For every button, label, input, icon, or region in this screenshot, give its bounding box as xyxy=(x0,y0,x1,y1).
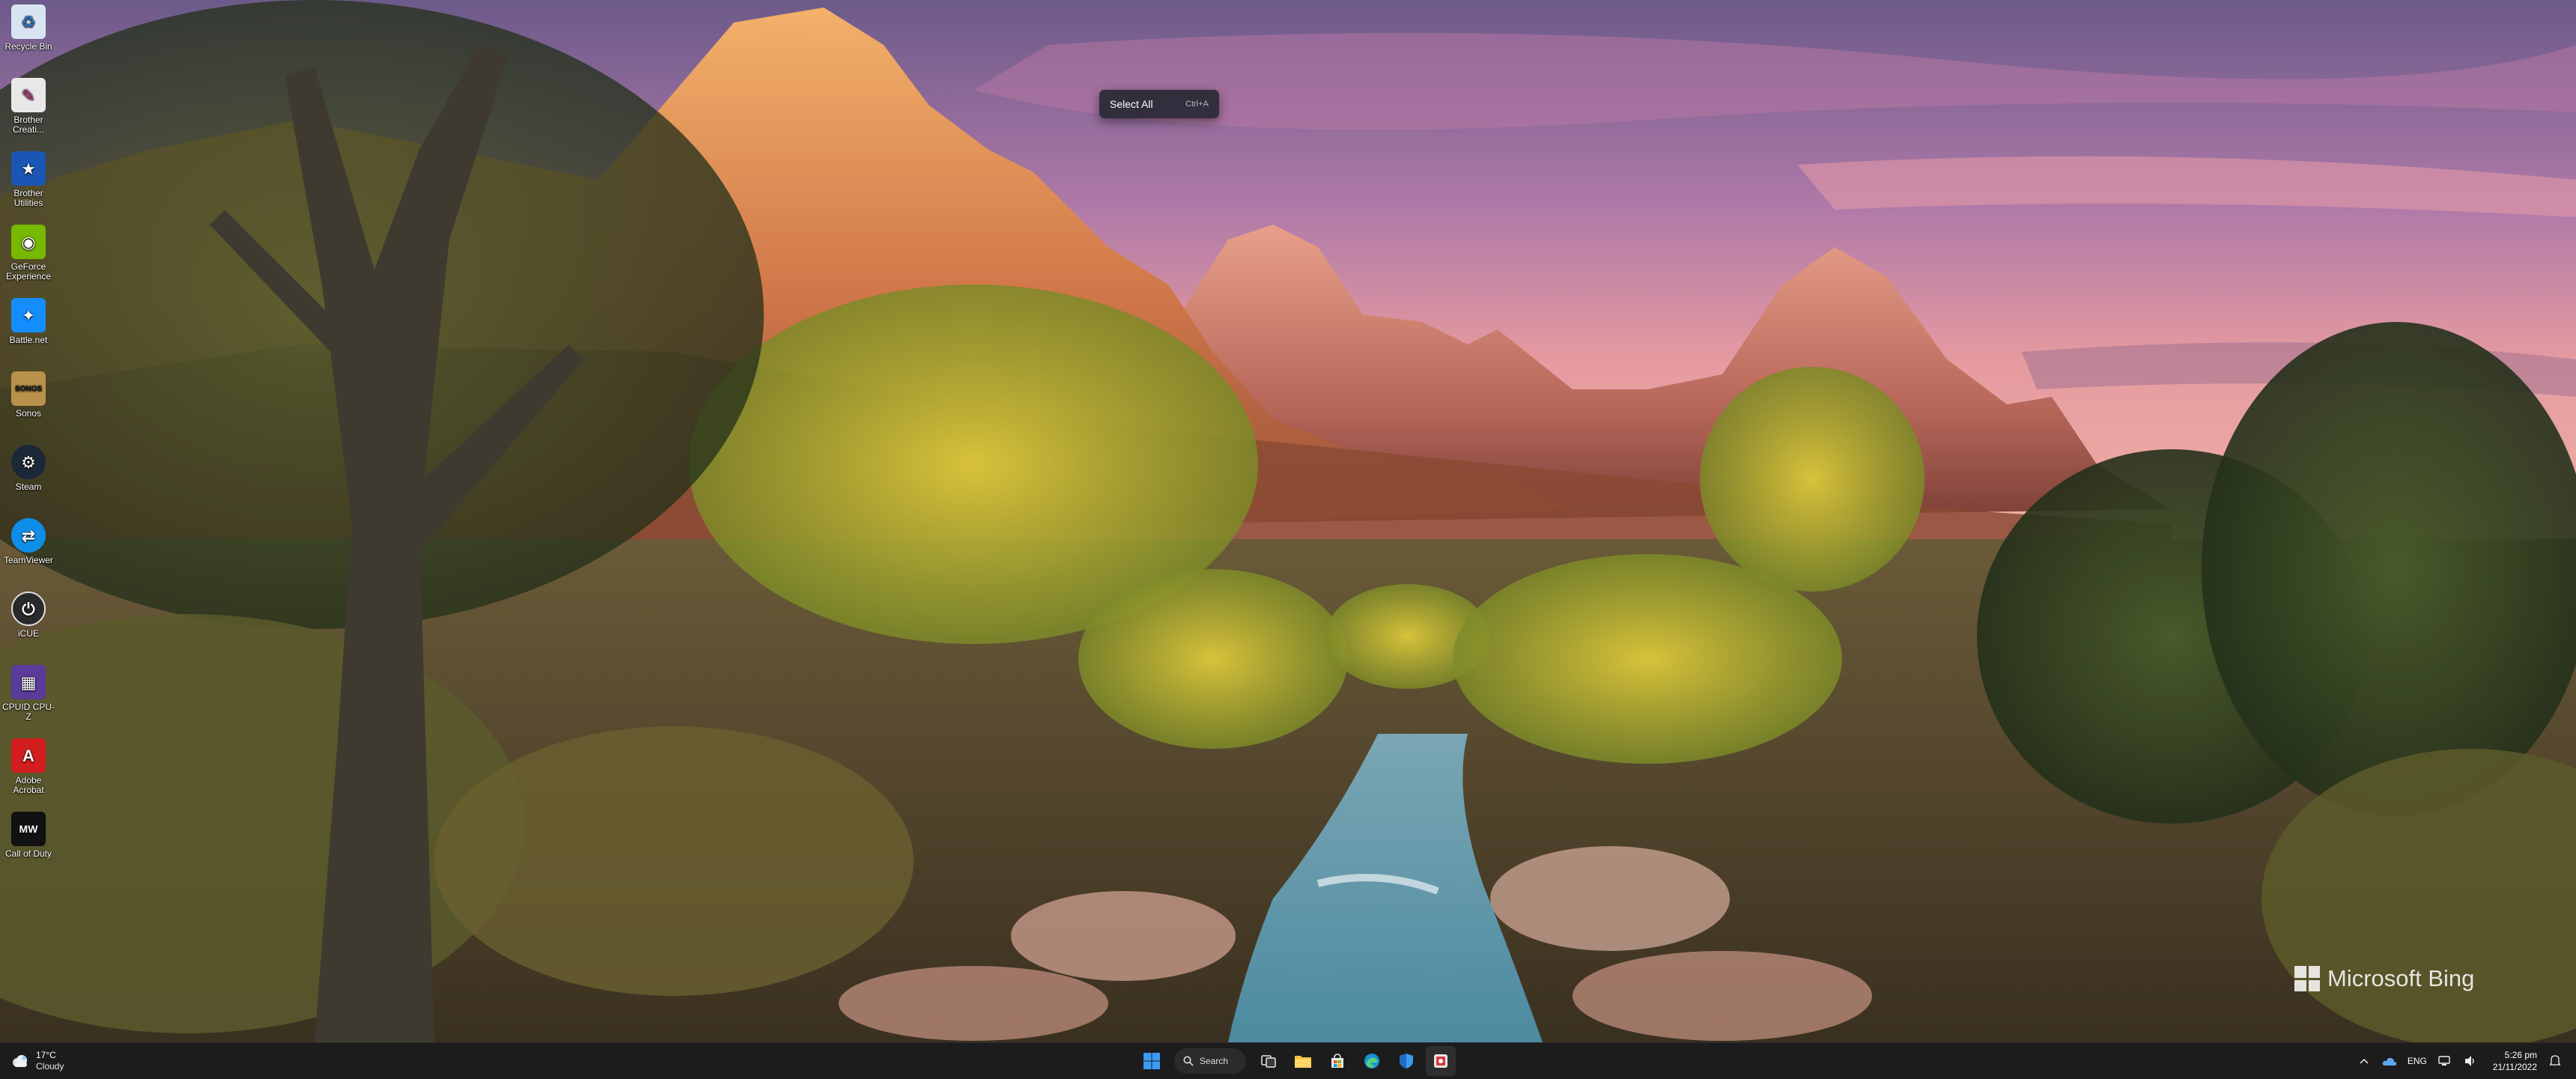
microsoft-store-icon xyxy=(1331,1054,1343,1068)
snipping-tool-button[interactable] xyxy=(1426,1046,1456,1076)
acrobat-icon: A xyxy=(11,738,46,773)
chevron-up-icon[interactable] xyxy=(2357,1054,2372,1069)
desktop-icon-cpuz[interactable]: ▦ CPUID CPU-Z xyxy=(0,660,57,729)
task-view-icon xyxy=(1261,1055,1276,1068)
watermark-text: Microsoft Bing xyxy=(2327,965,2475,991)
clock[interactable]: 5:26 pm 21/11/2022 xyxy=(2493,1049,2537,1073)
task-view-button[interactable] xyxy=(1254,1046,1284,1076)
canyon-landscape-image xyxy=(0,0,2576,1042)
desktop-wallpaper xyxy=(0,0,2576,1042)
network-icon[interactable] xyxy=(2437,1054,2452,1069)
clock-date: 21/11/2022 xyxy=(2492,1062,2537,1072)
teamviewer-icon: ⇄ xyxy=(11,518,46,553)
select-all-menu-item[interactable]: Select All Ctrl+A xyxy=(1099,90,1219,118)
desktop-icon-adobe-acrobat[interactable]: A Adobe Acrobat xyxy=(0,734,57,803)
desktop-icon-label: iCUE xyxy=(17,628,39,639)
desktop-icon-call-of-duty[interactable]: MW Call of Duty xyxy=(0,807,57,876)
edge-icon xyxy=(1364,1054,1379,1069)
taskbar-apps: Search xyxy=(1137,1046,1456,1076)
file-explorer-icon xyxy=(1295,1056,1311,1068)
taskbar: 17°C Cloudy Search ENG 5:26 pm 21/11/202… xyxy=(0,1042,2576,1079)
brother-creative-icon: ✎ xyxy=(11,78,46,112)
desktop-icon-label: Brother Creati... xyxy=(12,115,44,135)
desktop-icon-sonos[interactable]: SONOS Sonos xyxy=(0,367,57,436)
menu-item-label: Select All xyxy=(1110,98,1153,110)
desktop-icon-label: Steam xyxy=(15,481,42,492)
desktop-icon-label: Adobe Acrobat xyxy=(13,775,44,795)
bing-watermark[interactable]: Microsoft Bing xyxy=(2294,961,2474,996)
notifications-icon[interactable] xyxy=(2548,1054,2563,1069)
microsoft-store-button[interactable] xyxy=(1322,1046,1352,1076)
desktop-icon-label: GeForce Experience xyxy=(5,261,52,282)
desktop-icon-label: CPUID CPU-Z xyxy=(1,702,55,722)
language-indicator[interactable]: ENG xyxy=(2408,1056,2427,1066)
cloud-icon xyxy=(10,1054,30,1069)
desktop-icon-teamviewer[interactable]: ⇄ TeamViewer xyxy=(0,514,57,583)
snipping-tool-icon xyxy=(1434,1054,1448,1068)
desktop-icon-label: Brother Utilities xyxy=(13,188,43,208)
start-button[interactable] xyxy=(1137,1046,1167,1076)
cpuz-icon: ▦ xyxy=(11,665,46,699)
file-explorer-button[interactable] xyxy=(1288,1046,1318,1076)
battlenet-icon: ✦ xyxy=(11,298,46,332)
system-tray: ENG 5:26 pm 21/11/2022 xyxy=(2357,1043,2576,1079)
desktop-icon-steam[interactable]: ⚙ Steam xyxy=(0,440,57,509)
sonos-icon: SONOS xyxy=(11,371,46,406)
brother-utilities-icon: ★ xyxy=(11,151,46,186)
steam-icon: ⚙ xyxy=(11,445,46,479)
windows-logo-icon xyxy=(1143,1053,1160,1069)
desktop-icon-battlenet[interactable]: ✦ Battle.net xyxy=(0,294,57,362)
desktop-icon-recycle-bin[interactable]: ♻ Recycle Bin xyxy=(0,0,57,69)
desktop-icon-label: Battle.net xyxy=(9,335,48,345)
desktop-icon-label: Call of Duty xyxy=(4,848,52,859)
recycle-bin-icon: ♻ xyxy=(11,4,46,39)
desktop-icon-geforce-experience[interactable]: ◉ GeForce Experience xyxy=(0,220,57,289)
weather-temperature: 17°C xyxy=(36,1050,56,1060)
weather-condition: Cloudy xyxy=(36,1061,64,1072)
geforce-icon: ◉ xyxy=(11,225,46,259)
taskbar-search[interactable]: Search xyxy=(1174,1048,1246,1074)
search-label: Search xyxy=(1200,1056,1229,1066)
desktop-icon-brother-creative[interactable]: ✎ Brother Creati... xyxy=(0,73,57,142)
search-icon xyxy=(1183,1056,1194,1066)
edge-button[interactable] xyxy=(1357,1046,1387,1076)
desktop-icon-brother-utilities[interactable]: ★ Brother Utilities xyxy=(0,147,57,216)
shield-app-icon xyxy=(1400,1054,1413,1069)
weather-widget[interactable]: 17°C Cloudy xyxy=(10,1048,64,1075)
desktop-icon-icue[interactable]: ⏻ iCUE xyxy=(0,587,57,656)
menu-item-shortcut: Ctrl+A xyxy=(1185,100,1209,109)
callofduty-icon: MW xyxy=(11,812,46,846)
desktop-icon-label: Sonos xyxy=(15,408,42,419)
volume-icon[interactable] xyxy=(2463,1054,2478,1069)
desktop-icon-label: TeamViewer xyxy=(4,555,53,565)
microsoft-logo-icon xyxy=(2294,966,2320,991)
icue-icon: ⏻ xyxy=(11,592,46,626)
desktop-icon-label: Recycle Bin xyxy=(4,41,52,52)
shield-app-button[interactable] xyxy=(1391,1046,1421,1076)
onedrive-icon[interactable] xyxy=(2382,1054,2397,1069)
clock-time: 5:26 pm xyxy=(2504,1050,2537,1060)
